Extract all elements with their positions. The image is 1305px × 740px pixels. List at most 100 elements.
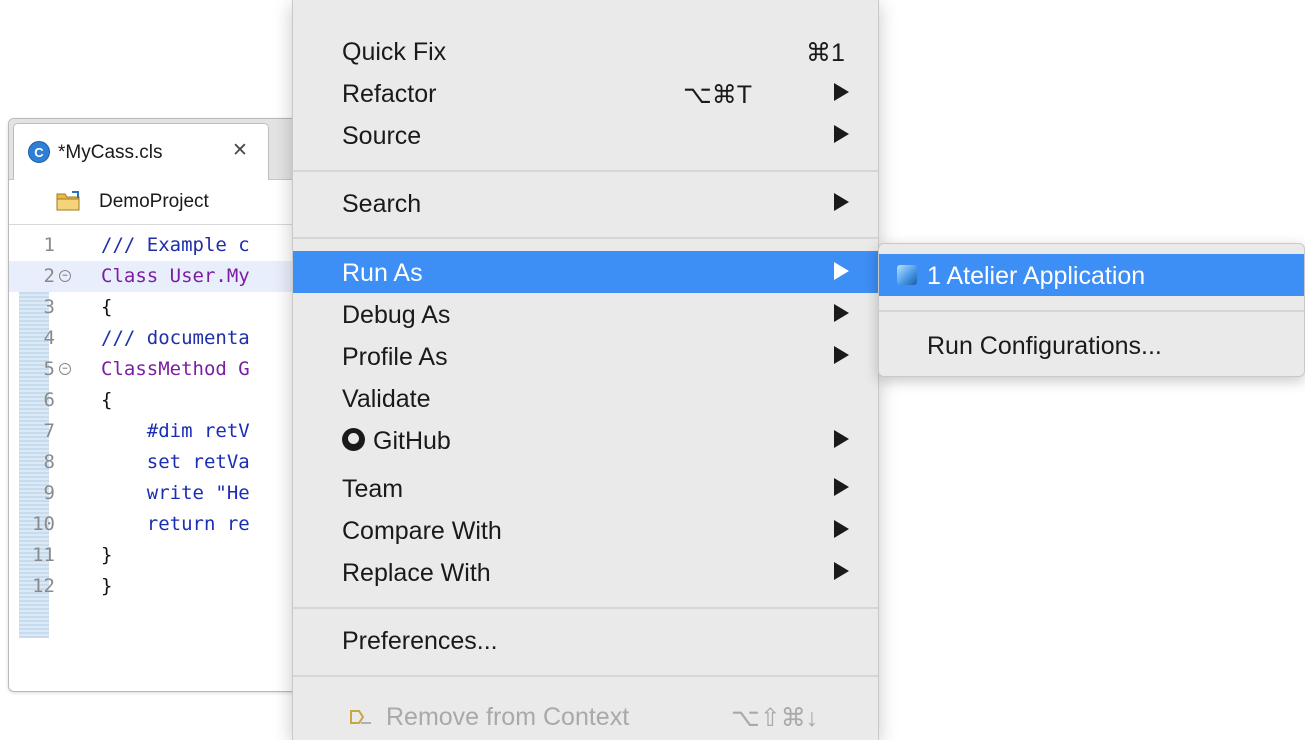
code-text: Class User.My	[101, 265, 250, 287]
class-file-icon: C	[28, 141, 50, 163]
menu-separator	[293, 237, 878, 239]
code-text: #dim retV	[101, 420, 250, 442]
tab-label: *MyCass.cls	[58, 142, 163, 163]
code-line[interactable]: 12}	[9, 571, 309, 602]
line-number: 9	[43, 482, 55, 504]
menu-item-validate[interactable]: Validate	[293, 377, 878, 419]
code-line[interactable]: 5− ClassMethod G	[9, 354, 309, 385]
code-text: }	[101, 544, 113, 566]
remove-context-icon	[350, 710, 371, 724]
menu-item-remove-from-context: Remove from Context ⌥⇧⌘↓	[293, 695, 878, 737]
menu-item-label: Remove from Context	[386, 703, 630, 731]
submenu-arrow-icon	[834, 83, 849, 101]
menu-item-label: Search	[342, 190, 422, 218]
menu-item-label: Replace With	[342, 559, 491, 587]
code-line[interactable]: 4 /// documenta	[9, 323, 309, 354]
menu-item-label: Team	[342, 475, 404, 503]
menu-item-label: Validate	[342, 385, 431, 413]
line-number: 11	[32, 544, 55, 566]
menu-item-source[interactable]: Source	[293, 114, 878, 156]
breadcrumb-project[interactable]: DemoProject	[99, 191, 209, 213]
code-area[interactable]: 1/// Example c 2− Class User.My 3{4/// docu…	[9, 229, 309, 691]
code-line[interactable]: 2− Class User.My	[9, 261, 309, 292]
submenu-arrow-icon	[834, 430, 849, 448]
breadcrumb: DemoProject	[9, 180, 309, 225]
menu-item-preferences[interactable]: Preferences...	[293, 619, 878, 661]
menu-item-quick-fix[interactable]: Quick Fix ⌘1	[293, 30, 878, 72]
menu-item-compare-with[interactable]: Compare With	[293, 509, 878, 551]
atelier-cube-icon	[897, 265, 917, 285]
editor-tab-mycass[interactable]: C *MyCass.cls ✕	[13, 123, 269, 180]
code-text: }	[101, 575, 113, 597]
code-line[interactable]: 9 write "He	[9, 478, 309, 509]
menu-item-shortcut: ⌥⌘T	[683, 81, 753, 109]
line-number: 1	[43, 234, 55, 256]
submenu-arrow-icon	[834, 193, 849, 211]
menu-item-team[interactable]: Team	[293, 467, 878, 509]
line-number: 12	[32, 575, 55, 597]
code-text: return re	[101, 513, 250, 535]
project-folder-icon	[56, 191, 80, 211]
menu-item-run-as[interactable]: Run As	[293, 251, 878, 293]
fold-toggle-icon[interactable]: −	[59, 363, 71, 375]
line-number: 2	[43, 265, 55, 287]
run-as-submenu: 1 Atelier Application Run Configurations.…	[878, 243, 1305, 377]
code-text: ClassMethod G	[101, 358, 250, 380]
line-number: 8	[43, 451, 55, 473]
submenu-arrow-icon	[834, 262, 849, 280]
submenu-item-1-atelier-application[interactable]: 1 Atelier Application	[879, 254, 1304, 296]
line-number: 5	[43, 358, 55, 380]
code-editor: C *MyCass.cls ✕ DemoProject 1 /// Example…	[8, 118, 310, 692]
code-text: /// documenta	[101, 327, 250, 349]
context-menu: Quick Fix ⌘1 Refactor ⌥⌘T Source Search Run As…	[292, 0, 879, 740]
line-number: 7	[43, 420, 55, 442]
submenu-arrow-icon	[834, 562, 849, 580]
menu-item-label: Debug As	[342, 301, 451, 329]
code-text: /// Example c	[101, 234, 250, 256]
menu-item-label: Source	[342, 122, 422, 150]
editor-tab-strip: C *MyCass.cls ✕	[9, 119, 309, 180]
menu-item-label: Run As	[342, 259, 423, 287]
menu-item-label: Refactor	[342, 80, 437, 108]
menu-item-refactor[interactable]: Refactor ⌥⌘T	[293, 72, 878, 114]
code-text: {	[101, 389, 113, 411]
menu-item-github[interactable]: GitHub	[293, 419, 878, 461]
menu-item-label: GitHub	[373, 427, 451, 455]
menu-separator	[293, 607, 878, 609]
menu-item-debug-as[interactable]: Debug As	[293, 293, 878, 335]
line-number: 6	[43, 389, 55, 411]
menu-item-shortcut: ⌥⇧⌘↓	[731, 704, 819, 732]
menu-separator	[293, 170, 878, 172]
fold-toggle-icon[interactable]: −	[59, 270, 71, 282]
code-line[interactable]: 10 return re	[9, 509, 309, 540]
menu-item-label: Quick Fix	[342, 38, 447, 66]
menu-separator	[293, 675, 878, 677]
github-icon	[342, 428, 365, 451]
submenu-arrow-icon	[834, 520, 849, 538]
menu-item-profile-as[interactable]: Profile As	[293, 335, 878, 377]
code-line[interactable]: 11}	[9, 540, 309, 571]
code-text: {	[101, 296, 113, 318]
submenu-separator	[879, 310, 1304, 312]
menu-item-search[interactable]: Search	[293, 182, 878, 224]
submenu-item-label: Run Configurations...	[927, 332, 1162, 360]
menu-item-label: Compare With	[342, 517, 502, 545]
code-line[interactable]: 3{	[9, 292, 309, 323]
code-text: set retVa	[101, 451, 250, 473]
menu-item-shortcut: ⌘1	[806, 39, 845, 67]
line-number: 10	[32, 513, 55, 535]
code-line[interactable]: 7 #dim retV	[9, 416, 309, 447]
close-icon[interactable]: ✕	[232, 139, 248, 162]
code-line[interactable]: 8 set retVa	[9, 447, 309, 478]
submenu-item-label: 1 Atelier Application	[927, 262, 1146, 290]
menu-item-label: Preferences...	[342, 627, 498, 655]
menu-item-replace-with[interactable]: Replace With	[293, 551, 878, 593]
submenu-item-run-configurations[interactable]: Run Configurations...	[879, 324, 1304, 366]
submenu-arrow-icon	[834, 125, 849, 143]
code-line[interactable]: 6{	[9, 385, 309, 416]
submenu-arrow-icon	[834, 478, 849, 496]
submenu-arrow-icon	[834, 304, 849, 322]
menu-item-label: Profile As	[342, 343, 448, 371]
code-line[interactable]: 1 /// Example c	[9, 230, 309, 261]
code-text: write "He	[101, 482, 250, 504]
